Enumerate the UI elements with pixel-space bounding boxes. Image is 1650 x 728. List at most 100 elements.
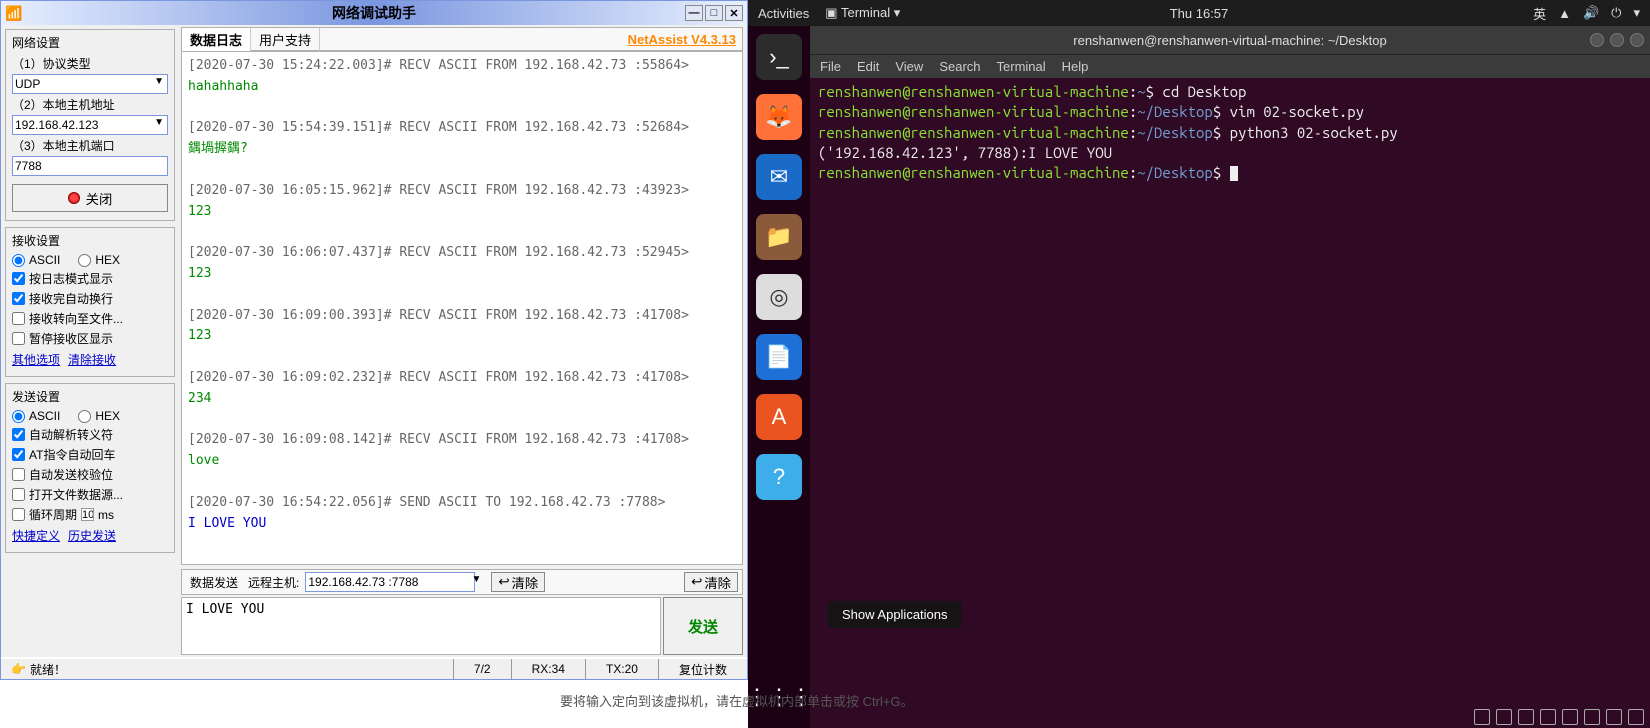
log-message: 123 [188, 202, 736, 223]
system-menu-icon[interactable]: ▾ [1633, 5, 1640, 21]
clock[interactable]: Thu 16:57 [1170, 6, 1229, 21]
log-message: 234 [188, 389, 736, 410]
connection-close-button[interactable]: 关闭 [12, 184, 168, 212]
port-input[interactable] [12, 156, 168, 176]
volume-icon[interactable]: 🔊 [1583, 5, 1599, 21]
maximize-button[interactable]: □ [705, 5, 723, 21]
port-label: （3）本地主机端口 [12, 137, 168, 154]
ubuntu-topbar: Activities ▣ Terminal ▾ Thu 16:57 英 ▲ 🔊 … [748, 0, 1650, 26]
log-area[interactable]: [2020-07-30 15:24:22.003]# RECV ASCII FR… [181, 51, 743, 565]
remote-host-label: 远程主机: [248, 574, 299, 591]
term-close-icon[interactable] [1630, 33, 1644, 47]
status-ready: 就绪！ [30, 661, 66, 678]
send-textarea[interactable] [181, 597, 661, 655]
send-shortcut-link[interactable]: 快捷定义 [12, 527, 60, 544]
app-icon: 📶 [5, 5, 22, 22]
remote-host-input[interactable] [305, 572, 475, 592]
dock-rhythmbox-icon[interactable]: ◎ [756, 274, 802, 320]
main-panel: 数据日志 用户支持 NetAssist V4.3.13 [2020-07-30 … [179, 25, 747, 657]
tab-support[interactable]: 用户支持 [251, 28, 320, 51]
terminal-titlebar[interactable]: renshanwen@renshanwen-virtual-machine: ~… [810, 26, 1650, 54]
recv-hex-radio[interactable] [78, 254, 91, 267]
dock-files-icon[interactable]: 📁 [756, 214, 802, 260]
log-header: [2020-07-30 16:09:02.232]# RECV ASCII FR… [188, 368, 736, 389]
send-ascii-radio[interactable] [12, 410, 25, 423]
send-loop-interval-input[interactable] [81, 508, 94, 521]
network-icon[interactable]: ▲ [1558, 6, 1571, 21]
recv-tofile-check[interactable] [12, 312, 25, 325]
term-menu-search[interactable]: Search [939, 59, 980, 74]
vm-tray-icon[interactable] [1628, 709, 1644, 725]
terminal-line: ('192.168.42.123', 7788):I LOVE YOU [818, 143, 1642, 163]
vm-tray-icon[interactable] [1540, 709, 1556, 725]
vm-tray [1468, 706, 1650, 728]
term-menu-edit[interactable]: Edit [857, 59, 879, 74]
send-checksum-check[interactable] [12, 468, 25, 481]
recv-autowrap-check[interactable] [12, 292, 25, 305]
dock-software-icon[interactable]: A [756, 394, 802, 440]
send-history-link[interactable]: 历史发送 [68, 527, 116, 544]
lang-indicator[interactable]: 英 [1533, 4, 1546, 23]
recv-logmode-check[interactable] [12, 272, 25, 285]
recv-settings-group: 接收设置 ASCII HEX 按日志模式显示 接收完自动换行 接收转向至文件..… [5, 227, 175, 377]
send-atcr-check[interactable] [12, 448, 25, 461]
ubuntu-desktop: Activities ▣ Terminal ▾ Thu 16:57 英 ▲ 🔊 … [748, 0, 1650, 728]
send-legend: 发送设置 [12, 388, 168, 405]
send-escape-check[interactable] [12, 428, 25, 441]
term-menu-file[interactable]: File [820, 59, 841, 74]
dock-help-icon[interactable]: ? [756, 454, 802, 500]
send-toolbar: 数据发送 远程主机: ↩ 清除 ↩ 清除 [181, 569, 743, 595]
dock-thunderbird-icon[interactable]: ✉ [756, 154, 802, 200]
recv-ascii-radio[interactable] [12, 254, 25, 267]
power-icon[interactable]: ⏻ [1611, 5, 1621, 21]
log-message: love [188, 451, 736, 472]
vm-tray-icon[interactable] [1562, 709, 1578, 725]
netassist-window: 📶 网络调试助手 — □ ✕ 网络设置 （1）协议类型 （2）本地主机地址 （3… [0, 0, 748, 680]
terminal-line: renshanwen@renshanwen-virtual-machine:~/… [818, 102, 1642, 122]
dock-terminal-icon[interactable]: ›_ [756, 34, 802, 80]
terminal-line: renshanwen@renshanwen-virtual-machine:~$… [818, 82, 1642, 102]
host-input[interactable] [12, 115, 168, 135]
close-window-button[interactable]: ✕ [725, 5, 743, 21]
reset-counter-button[interactable]: 复位计数 [658, 659, 747, 679]
window-titlebar[interactable]: 📶 网络调试助手 — □ ✕ [1, 1, 747, 25]
tab-datalog[interactable]: 数据日志 [182, 28, 251, 51]
log-header: [2020-07-30 16:09:00.393]# RECV ASCII FR… [188, 306, 736, 327]
vm-tray-icon[interactable] [1518, 709, 1534, 725]
vm-tray-icon[interactable] [1584, 709, 1600, 725]
terminal-title: renshanwen@renshanwen-virtual-machine: ~… [1073, 33, 1386, 48]
recv-pause-check[interactable] [12, 332, 25, 345]
send-settings-group: 发送设置 ASCII HEX 自动解析转义符 AT指令自动回车 自动发送校验位 … [5, 383, 175, 553]
status-rx: RX:34 [511, 659, 585, 679]
term-maximize-icon[interactable] [1610, 33, 1624, 47]
send-hex-radio[interactable] [78, 410, 91, 423]
vm-tray-icon[interactable] [1474, 709, 1490, 725]
clear-send-button[interactable]: ↩ 清除 [491, 572, 545, 592]
brand-link[interactable]: NetAssist V4.3.13 [628, 32, 736, 47]
terminal-content[interactable]: renshanwen@renshanwen-virtual-machine:~$… [810, 78, 1650, 728]
proto-select[interactable] [12, 74, 168, 94]
send-button[interactable]: 发送 [663, 597, 743, 655]
status-tx: TX:20 [585, 659, 658, 679]
term-menu-help[interactable]: Help [1062, 59, 1089, 74]
ready-icon: 👉 [11, 662, 26, 676]
log-header: [2020-07-30 15:24:22.003]# RECV ASCII FR… [188, 56, 736, 77]
term-menu-view[interactable]: View [895, 59, 923, 74]
vm-tray-icon[interactable] [1496, 709, 1512, 725]
clear-log-button[interactable]: ↩ 清除 [684, 572, 738, 592]
log-header: [2020-07-30 15:54:39.151]# RECV ASCII FR… [188, 118, 736, 139]
vm-tray-icon[interactable] [1606, 709, 1622, 725]
minimize-button[interactable]: — [685, 5, 703, 21]
send-loop-check[interactable] [12, 508, 25, 521]
send-openfile-check[interactable] [12, 488, 25, 501]
topbar-app-indicator[interactable]: ▣ Terminal ▾ [825, 5, 900, 21]
recv-clear-link[interactable]: 清除接收 [68, 351, 116, 368]
term-menu-terminal[interactable]: Terminal [997, 59, 1046, 74]
recv-other-link[interactable]: 其他选项 [12, 351, 60, 368]
activities-button[interactable]: Activities [758, 6, 809, 21]
dock-writer-icon[interactable]: 📄 [756, 334, 802, 380]
dock-firefox-icon[interactable]: 🦊 [756, 94, 802, 140]
log-message: 123 [188, 326, 736, 347]
log-message: I LOVE YOU [188, 514, 736, 535]
term-minimize-icon[interactable] [1590, 33, 1604, 47]
